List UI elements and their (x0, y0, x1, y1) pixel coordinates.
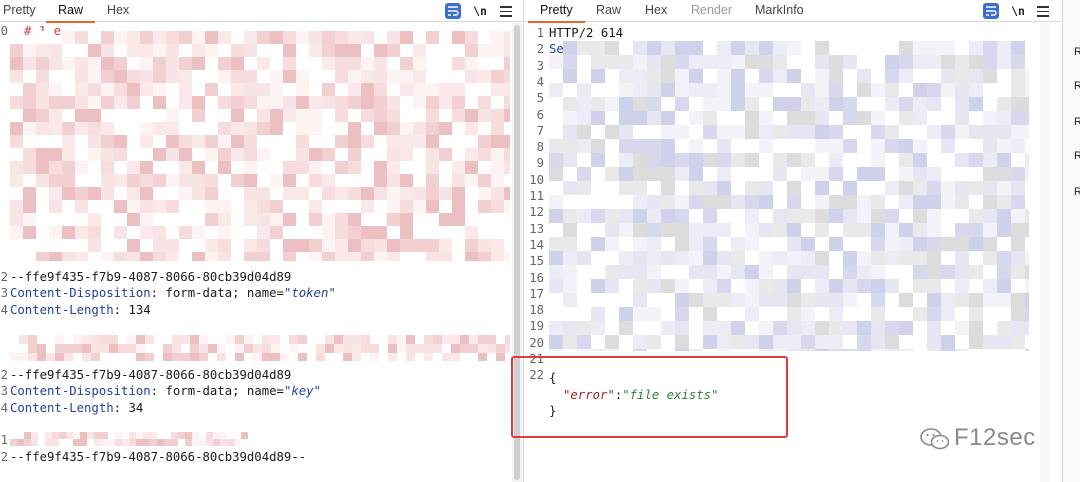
field-name: "key" (283, 384, 321, 398)
header-name: Content-Length (10, 303, 114, 317)
line-number: 3 (0, 384, 8, 398)
line-number: 7 (536, 123, 544, 138)
response-toolbar: Pretty Raw Hex Render MarkInfo \n (525, 0, 1061, 23)
json-close-brace: } (549, 404, 557, 418)
tab-response-raw[interactable]: Raw (596, 0, 621, 22)
request-scrollbar[interactable] (512, 23, 522, 482)
tab-response-hex[interactable]: Hex (645, 0, 667, 22)
response-editor-pane: Pretty Raw Hex Render MarkInfo \n 123456… (525, 0, 1061, 482)
field-name: "token" (283, 286, 336, 300)
tab-response-markinfo[interactable]: MarkInfo (755, 0, 804, 22)
json-error-line: "error":"file exists" (563, 387, 718, 403)
wrap-lines-icon[interactable] (983, 3, 999, 19)
status-line: HTTP/2 614 (549, 26, 624, 40)
line-number: 1 (536, 26, 544, 40)
line-number: 22 (529, 368, 544, 383)
multipart-boundary-end: --ffe9f435-f7b9-4087-8066-80cb39d04d89-- (10, 450, 307, 464)
line-number: 2 (0, 450, 8, 464)
line-number: 14 (529, 237, 544, 252)
side-panel-item[interactable]: R (1074, 186, 1080, 198)
response-code-area[interactable]: 1 2 3 4 5 6 7 8 9 10 11 12 13 14 15 16 17 18 19 20 21 22 HTTP… (525, 23, 1061, 482)
json-value: "file exists" (622, 388, 719, 402)
line-number: 15 (529, 254, 544, 269)
header-name: Content-Length (10, 401, 114, 415)
newline-toggle-button[interactable]: \n (471, 3, 489, 19)
line-number: 21 (529, 352, 544, 366)
tab-request-pretty[interactable]: Pretty (3, 0, 36, 22)
tab-request-raw[interactable]: Raw (45, 0, 96, 23)
header-value: : 34 (113, 401, 144, 415)
menu-icon[interactable] (499, 3, 513, 19)
line-number: 11 (529, 189, 544, 203)
line-number: 10 (529, 172, 544, 187)
line-number: 12 (529, 205, 544, 220)
request-editor-pane: Pretty Raw Hex \n 0 2 3 4 2 3 4 1 2 # 1 … (0, 0, 524, 482)
line-number: 20 (529, 335, 544, 350)
line-number: 4 (0, 303, 8, 317)
redacted-request-headers (10, 31, 510, 261)
inspector-side-panel: R R R R c R (1062, 0, 1080, 482)
side-panel-item[interactable]: R (1074, 116, 1080, 128)
response-scrollbar[interactable] (1040, 23, 1050, 482)
side-panel-item[interactable]: R (1074, 80, 1080, 92)
tab-request-hex[interactable]: Hex (107, 0, 129, 22)
multipart-boundary: --ffe9f435-f7b9-4087-8066-80cb39d04d89 (10, 270, 292, 284)
wrap-lines-icon[interactable] (445, 3, 461, 19)
side-panel-item[interactable]: R (1074, 46, 1080, 58)
redacted-response-headers (549, 41, 1029, 351)
content-disposition-line: Content-Disposition: form-data; name="ke… (10, 383, 321, 399)
header-value: : 134 (113, 303, 151, 317)
menu-icon[interactable] (1036, 3, 1050, 19)
header-value: : form-data; name= (150, 384, 284, 398)
watermark-text: F12sec (954, 424, 1036, 451)
line-number: 19 (529, 319, 544, 334)
tab-response-render: Render (691, 3, 732, 17)
request-code-area[interactable]: 0 2 3 4 2 3 4 1 2 # 1 e --ffe9f435-f7b9-… (0, 23, 523, 482)
tab-response-pretty[interactable]: Pretty (528, 0, 585, 23)
line-number: 6 (536, 107, 544, 122)
line-number: 0 (0, 24, 8, 38)
json-open-brace: { (549, 371, 557, 385)
line-number: 9 (536, 156, 544, 171)
multipart-boundary: --ffe9f435-f7b9-4087-8066-80cb39d04d89 (10, 368, 292, 382)
side-panel-item[interactable]: R (1074, 150, 1080, 162)
content-disposition-line: Content-Disposition: form-data; name="to… (10, 285, 336, 301)
line-number: 13 (529, 221, 544, 236)
line-number: 4 (0, 401, 8, 415)
line-number: 4 (536, 74, 544, 89)
json-key: "error" (563, 388, 615, 402)
wechat-icon (920, 428, 950, 450)
line-number: 18 (529, 303, 544, 318)
header-value: : form-data; name= (150, 286, 284, 300)
redacted-key-value (10, 432, 250, 446)
redacted-token-value (10, 335, 510, 361)
line-number: 16 (529, 270, 544, 285)
request-toolbar: Pretty Raw Hex \n (0, 0, 523, 23)
line-number: 1 (0, 433, 8, 447)
content-length-line: Content-Length: 134 (10, 302, 151, 318)
line-number: 3 (0, 286, 8, 300)
newline-toggle-button[interactable]: \n (1009, 3, 1027, 19)
line-number: 17 (529, 286, 544, 301)
header-name: Content-Disposition (10, 384, 151, 398)
content-length-line: Content-Length: 34 (10, 400, 143, 416)
line-number: 2 (0, 270, 8, 284)
scrollbar-thumb[interactable] (514, 25, 520, 480)
line-number: 8 (536, 140, 544, 155)
line-number: 3 (536, 58, 544, 73)
line-number: 5 (536, 91, 544, 106)
line-number: 2 (0, 368, 8, 382)
line-number: 2 (536, 42, 544, 57)
header-name: Content-Disposition (10, 286, 151, 300)
